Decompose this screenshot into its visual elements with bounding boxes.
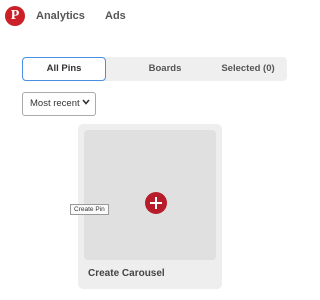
chevron-down-icon bbox=[82, 99, 90, 105]
tab-all-pins[interactable]: All Pins bbox=[22, 57, 106, 81]
nav-ads-link[interactable]: Ads bbox=[105, 10, 126, 22]
nav-analytics-link[interactable]: Analytics bbox=[36, 10, 85, 22]
plus-icon[interactable] bbox=[145, 192, 167, 214]
top-navigation: P Analytics Ads bbox=[0, 0, 298, 36]
pinterest-logo-icon[interactable]: P bbox=[5, 6, 25, 26]
card-title: Create Carousel bbox=[88, 268, 165, 279]
sort-selected-label: Most recent bbox=[30, 98, 80, 109]
tab-boards[interactable]: Boards bbox=[120, 57, 210, 81]
create-pin-tooltip: Create Pin bbox=[70, 204, 109, 215]
sort-dropdown[interactable]: Most recent bbox=[22, 92, 96, 116]
card-media bbox=[84, 130, 216, 260]
tab-selected[interactable]: Selected (0) bbox=[208, 57, 288, 81]
pin-filter-tabs: All Pins Boards Selected (0) bbox=[22, 57, 287, 81]
